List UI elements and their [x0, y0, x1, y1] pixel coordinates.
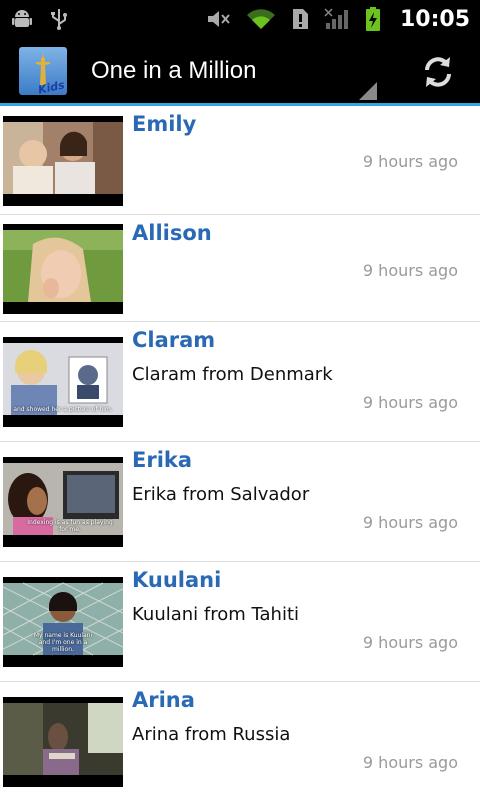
video-title: Arina: [132, 688, 195, 712]
battery-charging-icon: [364, 6, 382, 32]
kids-app-icon[interactable]: Kids: [19, 46, 67, 95]
video-timestamp: 9 hours ago: [362, 633, 458, 652]
list-item[interactable]: My name is Kuulani and I'm one in a mill…: [0, 562, 480, 682]
refresh-icon: [425, 57, 451, 87]
video-title: Erika: [132, 448, 193, 472]
video-caption: and showed her a picture of him.: [13, 406, 113, 413]
video-title: Allison: [132, 221, 212, 245]
video-description: Arina from Russia: [132, 724, 291, 745]
video-caption: My name is Kuulani and I'm one in a mill…: [33, 632, 93, 653]
list-item[interactable]: Allison 9 hours ago: [0, 215, 480, 322]
android-debug-icon: [10, 7, 34, 31]
video-description: Erika from Salvador: [132, 484, 310, 505]
video-title: Emily: [132, 112, 197, 136]
video-description: Kuulani from Tahiti: [132, 604, 300, 625]
video-thumbnail: My name is Kuulani and I'm one in a mill…: [3, 577, 123, 667]
video-timestamp: 9 hours ago: [362, 753, 458, 772]
video-timestamp: 9 hours ago: [362, 261, 458, 280]
wifi-icon: [246, 7, 276, 31]
mute-icon: [206, 7, 232, 31]
video-thumbnail: and showed her a picture of him.: [3, 337, 123, 427]
video-title: Claram: [132, 328, 216, 352]
notification-alert-icon: [290, 7, 310, 31]
list-item[interactable]: Indexing is as fun as playing for me. Er…: [0, 442, 480, 562]
video-timestamp: 9 hours ago: [362, 513, 458, 532]
list-item[interactable]: Arina Arina from Russia 9 hours ago: [0, 682, 480, 800]
list-item[interactable]: and showed her a picture of him. Claram …: [0, 322, 480, 442]
video-thumbnail: [3, 224, 123, 314]
status-bar: 10:05: [0, 0, 480, 38]
video-thumbnail: [3, 697, 123, 787]
action-bar: Kids One in a Million: [0, 38, 480, 106]
video-thumbnail: [3, 116, 123, 206]
app-title[interactable]: One in a Million: [91, 57, 256, 85]
video-timestamp: 9 hours ago: [362, 393, 458, 412]
usb-icon: [48, 7, 70, 31]
status-clock: 10:05: [399, 6, 470, 32]
video-timestamp: 9 hours ago: [362, 152, 458, 171]
refresh-button[interactable]: [418, 52, 458, 92]
title-dropdown-indicator-icon[interactable]: [359, 82, 377, 100]
list-item[interactable]: Emily 9 hours ago: [0, 106, 480, 215]
video-title: Kuulani: [132, 568, 222, 592]
video-list: Emily 9 hours ago Allison 9 hours ago an…: [0, 106, 480, 800]
video-description: Claram from Denmark: [132, 364, 333, 385]
signal-icon: [324, 7, 350, 31]
video-caption: Indexing is as fun as playing for me.: [27, 519, 113, 533]
video-thumbnail: Indexing is as fun as playing for me.: [3, 457, 123, 547]
